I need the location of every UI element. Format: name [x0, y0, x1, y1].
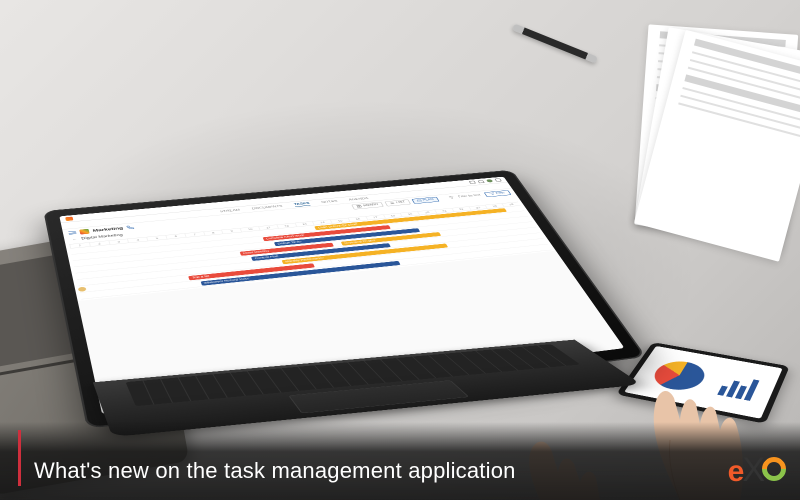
brand-logo: e X: [728, 451, 786, 490]
apps-icon[interactable]: [494, 178, 501, 181]
accent-bar: [18, 430, 21, 486]
phone-icon[interactable]: [126, 225, 134, 230]
filter-text-icon: [448, 196, 454, 199]
bar-chart-icon: [717, 373, 760, 401]
space-avatar-icon[interactable]: [79, 229, 89, 235]
caption-overlay: What's new on the task management applic…: [0, 422, 800, 500]
headline-text: What's new on the task management applic…: [34, 458, 516, 484]
paper-stack-prop: [616, 19, 800, 262]
promo-scene: STREAM DOCUMENTS TASKS NOTES AGENDA Mark…: [0, 0, 800, 500]
platform-logo-icon[interactable]: [65, 216, 73, 220]
view-label: LIST: [396, 201, 406, 204]
notifications-icon[interactable]: [477, 180, 484, 183]
avatar-icon[interactable]: [486, 179, 493, 182]
tab-stream[interactable]: STREAM: [220, 208, 241, 213]
search-icon[interactable]: [469, 181, 476, 184]
tab-tasks[interactable]: TASKS: [293, 202, 310, 207]
filter-button-label: Filter: [495, 191, 506, 194]
pie-chart-icon: [647, 358, 710, 394]
filter-text-label[interactable]: Filter by text: [458, 194, 481, 199]
funnel-icon: [489, 192, 496, 195]
view-label: BOARD: [363, 203, 379, 207]
tab-agenda[interactable]: AGENDA: [348, 197, 369, 201]
back-arrow-icon[interactable]: ←: [72, 238, 78, 241]
hamburger-icon[interactable]: [68, 231, 76, 235]
view-label: PLAN: [422, 198, 434, 202]
tab-notes[interactable]: NOTES: [321, 200, 338, 204]
